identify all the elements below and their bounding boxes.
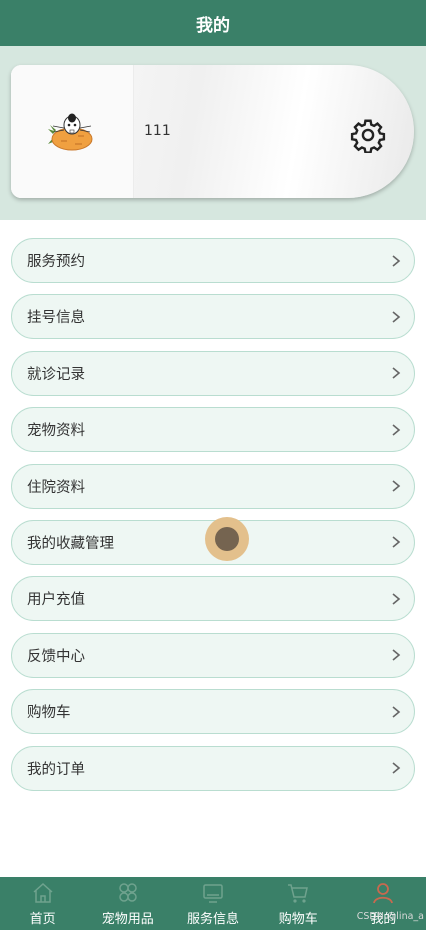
tab-label: 服务信息 [187, 912, 240, 927]
menu-item-label: 我的订单 [27, 761, 85, 778]
chevron-right-icon [392, 480, 401, 492]
menu-item-label: 挂号信息 [27, 310, 85, 327]
menu-item-cart[interactable]: 购物车 [11, 689, 415, 735]
menu-item-label: 我的收藏管理 [27, 535, 114, 552]
chevron-right-icon [392, 536, 401, 549]
user-icon [373, 883, 394, 904]
rabbit-carrot-avatar-icon [48, 113, 93, 150]
tab-label: 购物车 [278, 912, 318, 927]
menu-item-orders[interactable]: 我的订单 [11, 745, 415, 791]
menu-item-label: 宠物资料 [27, 423, 85, 440]
monitor-icon [203, 884, 223, 903]
tab-service-info[interactable]: 服务信息 [170, 877, 255, 930]
chevron-right-icon [392, 311, 401, 323]
chevron-right-icon [392, 367, 401, 379]
chevron-right-icon [392, 762, 401, 774]
avatar[interactable] [11, 65, 134, 198]
menu-item-label: 住院资料 [27, 479, 85, 496]
cart-icon [288, 884, 309, 903]
menu-item-label: 购物车 [27, 705, 71, 722]
chevron-right-icon [392, 649, 401, 661]
touch-cursor-indicator [205, 517, 249, 561]
menu-item-registration[interactable]: 挂号信息 [11, 294, 415, 340]
chevron-right-icon [392, 424, 401, 436]
bottom-tabbar: 首页 宠物用品 服务信息 购物车 我的 [0, 877, 426, 930]
header: 我的 [0, 0, 426, 46]
menu-item-label: 反馈中心 [27, 648, 85, 665]
tab-home[interactable]: 首页 [0, 877, 85, 930]
gear-icon[interactable] [350, 117, 386, 153]
menu-list: 服务预约 挂号信息 就诊记录 宠物资料 住院资料 我的收藏管理 用户充值 反馈中… [11, 238, 415, 802]
page-title: 我的 [196, 15, 230, 36]
chevron-right-icon [392, 593, 401, 605]
tab-label: 宠物用品 [101, 912, 154, 927]
chevron-right-icon [392, 254, 401, 267]
username: 111 [144, 123, 171, 139]
chevron-right-icon [392, 706, 401, 718]
watermark: CSDN @lina_a [356, 911, 424, 922]
menu-item-hospitalization[interactable]: 住院资料 [11, 463, 415, 509]
tab-label: 首页 [29, 912, 56, 927]
tab-mine[interactable]: 我的 [341, 877, 426, 930]
flower-icon [119, 883, 137, 902]
tab-cart[interactable]: 购物车 [256, 877, 341, 930]
menu-item-label: 服务预约 [27, 254, 85, 270]
menu-item-label: 就诊记录 [27, 366, 85, 383]
menu-item-pet-profile[interactable]: 宠物资料 [11, 407, 415, 453]
menu-item-service-booking[interactable]: 服务预约 [11, 238, 415, 283]
menu-item-recharge[interactable]: 用户充值 [11, 576, 415, 622]
home-icon [33, 882, 53, 903]
menu-item-label: 用户充值 [27, 592, 85, 609]
menu-item-visit-records[interactable]: 就诊记录 [11, 350, 415, 396]
profile-card: 111 [11, 65, 414, 198]
profile-section: 111 [0, 46, 426, 220]
tab-pet-supplies[interactable]: 宠物用品 [85, 877, 170, 930]
menu-item-feedback[interactable]: 反馈中心 [11, 632, 415, 678]
